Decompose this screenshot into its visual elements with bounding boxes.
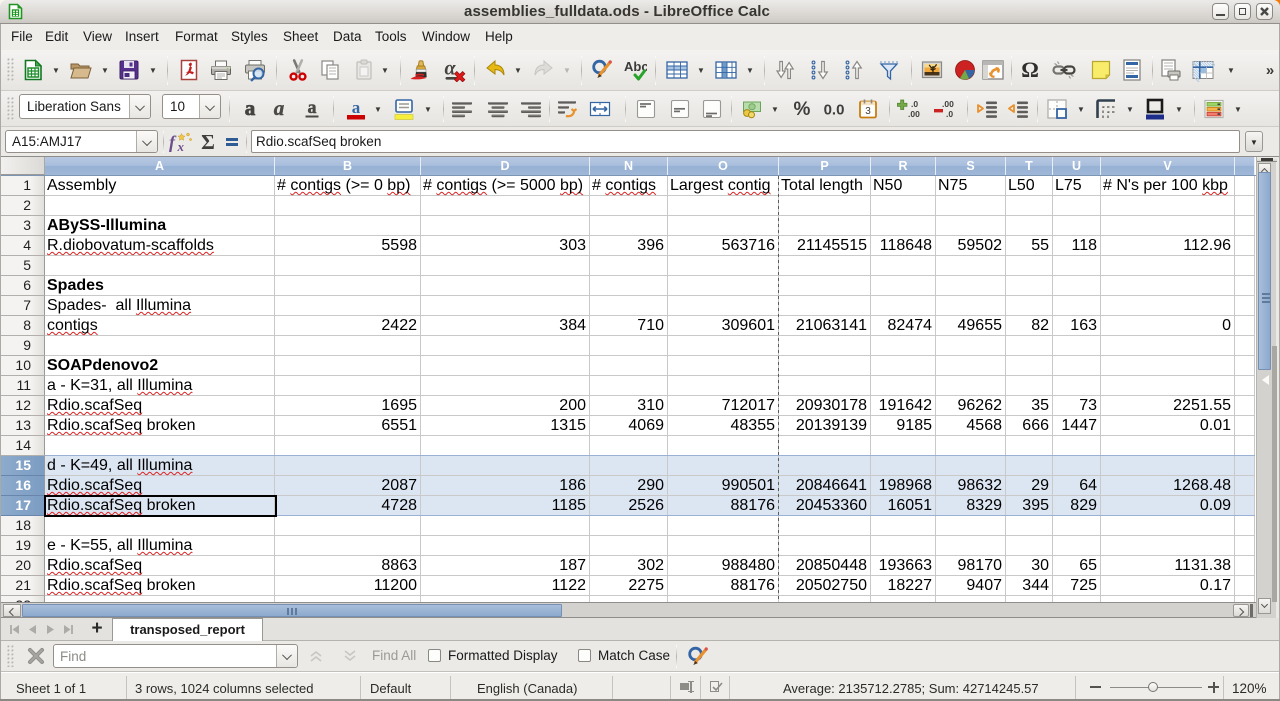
- svg-text:f: f: [169, 132, 177, 152]
- svg-text:x: x: [177, 139, 185, 154]
- svg-text:a: a: [352, 98, 361, 117]
- svg-text:0.0: 0.0: [824, 102, 845, 119]
- svg-text:.00: .00: [908, 109, 920, 119]
- svg-text:%: %: [794, 99, 811, 120]
- svg-text:.0: .0: [911, 99, 918, 109]
- svg-text:.0: .0: [946, 109, 953, 119]
- svg-text:a: a: [245, 97, 256, 120]
- svg-text:a: a: [308, 97, 317, 117]
- svg-text:3: 3: [865, 106, 871, 117]
- svg-text:α: α: [445, 58, 457, 80]
- svg-text:.00: .00: [942, 99, 954, 109]
- svg-text:»: »: [1266, 62, 1274, 79]
- svg-text:Ω: Ω: [1021, 58, 1039, 82]
- svg-text:Σ: Σ: [201, 130, 215, 154]
- svg-text:a: a: [274, 97, 285, 120]
